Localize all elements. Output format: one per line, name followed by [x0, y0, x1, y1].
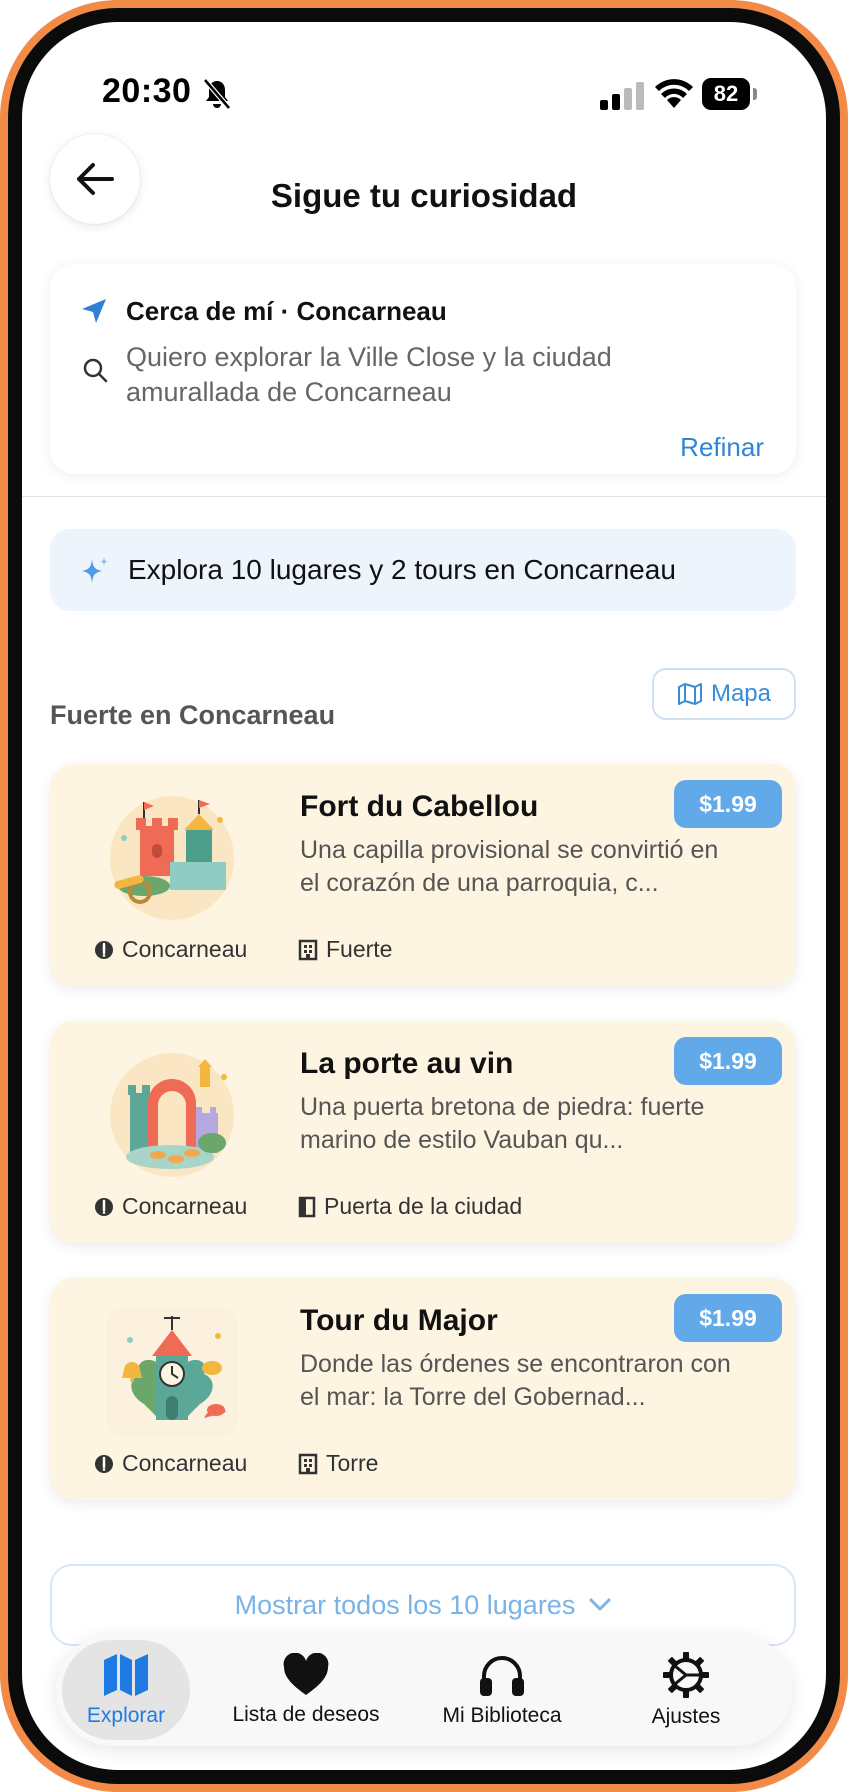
- search-card[interactable]: Cerca de mí · Concarneau Quiero explorar…: [50, 264, 796, 474]
- clock-tower-illustration: [106, 1306, 238, 1438]
- place-type-label: Torre: [326, 1450, 379, 1476]
- place-type-label: Fuerte: [326, 936, 393, 962]
- place-description: Donde las órdenes se encontraron con el …: [300, 1350, 731, 1411]
- location-label: Cerca de mí · Concarneau: [126, 296, 447, 326]
- place-type: Puerta de la ciudad: [298, 1193, 522, 1220]
- map-button-label: Mapa: [710, 680, 772, 707]
- place-title: La porte au vin: [300, 1047, 514, 1080]
- search-query[interactable]: Quiero explorar la Ville Close y la ciud…: [126, 340, 686, 410]
- city-gate-illustration: [110, 1053, 234, 1177]
- place-title: Tour du Major: [300, 1304, 498, 1337]
- map-button[interactable]: Mapa: [652, 668, 796, 720]
- place-location-label: Concarneau: [122, 1193, 248, 1219]
- fort-illustration: [110, 796, 234, 920]
- location-dot-icon: [95, 940, 113, 959]
- place-location-label: Concarneau: [122, 1450, 248, 1476]
- building-icon: [298, 939, 318, 960]
- tab-library[interactable]: Mi Biblioteca: [412, 1634, 592, 1746]
- search-icon: [83, 358, 108, 383]
- map-icon: [104, 1654, 148, 1696]
- battery-tip: [753, 88, 757, 100]
- building-icon: [298, 1453, 318, 1474]
- place-location: Concarneau: [94, 936, 247, 963]
- info-banner-text: Explora 10 lugares y 2 tours en Concarne…: [128, 554, 676, 585]
- location-arrow-icon: [82, 299, 106, 323]
- show-all-label: Mostrar todos los 10 lugares: [234, 1589, 576, 1620]
- sparkle-icon: [82, 557, 108, 583]
- place-type-label: Puerta de la ciudad: [324, 1193, 523, 1219]
- place-card[interactable]: Tour du Major Donde las órdenes se encon…: [50, 1278, 796, 1500]
- cell-signal-icon: [600, 82, 644, 110]
- status-time: 20:30: [102, 72, 192, 110]
- place-location-label: Concarneau: [122, 936, 248, 962]
- refine-button[interactable]: Refinar: [680, 432, 764, 463]
- divider: [22, 496, 826, 497]
- place-card[interactable]: Fort du Cabellou Una capilla provisional…: [50, 764, 796, 986]
- tab-wishlist[interactable]: Lista de deseos: [206, 1634, 406, 1746]
- section-title: Fuerte en Concarneau: [50, 700, 336, 730]
- map-icon: [677, 683, 702, 705]
- battery-level: 82: [702, 78, 750, 110]
- tab-explorar[interactable]: Explorar: [62, 1640, 190, 1740]
- battery-indicator: 82: [702, 78, 758, 110]
- place-type: Torre: [298, 1450, 378, 1477]
- bell-muted-icon: [203, 78, 231, 110]
- heart-icon: [283, 1653, 329, 1695]
- price-badge[interactable]: $1.99: [674, 780, 782, 828]
- gear-icon: [663, 1652, 709, 1698]
- price-badge[interactable]: $1.99: [674, 1294, 782, 1342]
- place-card[interactable]: La porte au vin Una puerta bretona de pi…: [50, 1021, 796, 1243]
- tab-label: Lista de deseos: [232, 1703, 380, 1726]
- location-dot-icon: [95, 1197, 113, 1216]
- place-description: Una capilla provisional se convirtió en …: [300, 836, 719, 897]
- info-banner: Explora 10 lugares y 2 tours en Concarne…: [50, 529, 796, 611]
- price-badge[interactable]: $1.99: [674, 1037, 782, 1085]
- place-location: Concarneau: [94, 1450, 247, 1477]
- wifi-icon: [655, 79, 693, 108]
- place-location: Concarneau: [94, 1193, 247, 1220]
- door-icon: [298, 1196, 316, 1217]
- tab-label: Explorar: [86, 1704, 166, 1727]
- tab-bar: Explorar Lista de deseos Mi Biblioteca A…: [56, 1634, 792, 1746]
- tab-settings[interactable]: Ajustes: [596, 1634, 776, 1746]
- page-title: Sigue tu curiosidad: [270, 177, 578, 214]
- tab-label: Ajustes: [651, 1705, 721, 1728]
- place-type: Fuerte: [298, 936, 392, 963]
- place-title: Fort du Cabellou: [300, 790, 539, 823]
- location-dot-icon: [95, 1454, 113, 1473]
- place-description: Una puerta bretona de piedra: fuerte mar…: [300, 1093, 705, 1154]
- tab-label: Mi Biblioteca: [442, 1704, 562, 1727]
- chevron-down-icon: [589, 1598, 611, 1611]
- headphones-icon: [480, 1656, 524, 1696]
- screen: 20:30 82 Sigue tu curiosidad Cerca de mí…: [22, 22, 826, 1770]
